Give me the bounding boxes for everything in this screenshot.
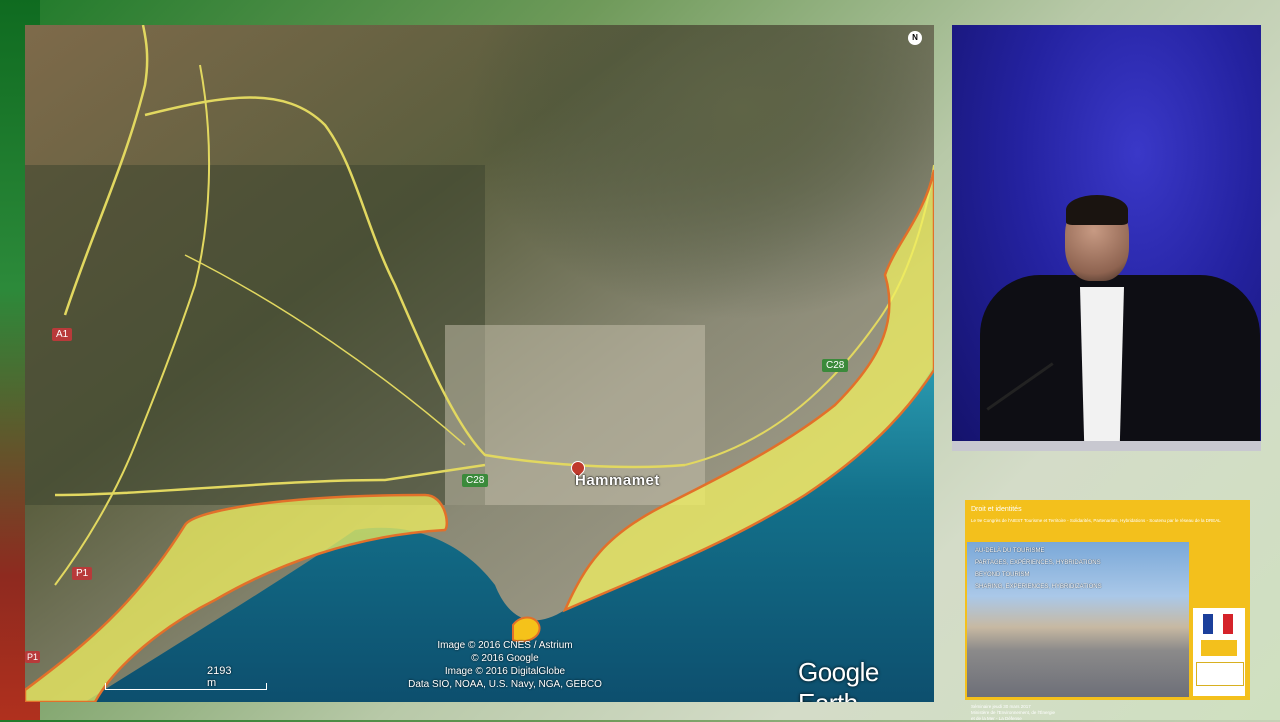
slide-title-line: PARTAGES, EXPÉRIENCES, HYBRIDATIONS xyxy=(975,560,1101,566)
road-badge-c28: C28 xyxy=(462,474,489,487)
slide-footer-line: et de la Mer - La Défense xyxy=(971,716,1022,721)
slide-photo: AU-DELÀ DU TOURISME PARTAGES, EXPÉRIENCE… xyxy=(967,542,1189,721)
french-republic-logo xyxy=(1203,614,1233,634)
slide-title-line: SHARING, EXPERIENCES, HYBRIDIZATIONS xyxy=(975,584,1102,590)
event-slide: Droit et identités Le 9e Congrès de l'AI… xyxy=(965,500,1250,721)
attribution-line: Image © 2016 CNES / Astrium xyxy=(437,640,573,651)
ministry-logo xyxy=(1196,662,1244,686)
attribution-line: © 2016 Google xyxy=(471,653,539,664)
podium xyxy=(952,441,1261,451)
slide-title-line: BEYOND TOURISM xyxy=(975,572,1030,578)
partner-logo xyxy=(1201,640,1237,656)
scale-bar-line xyxy=(105,683,267,690)
slide-logos xyxy=(1193,608,1245,696)
road-badge-c28-east: C28 xyxy=(822,359,849,372)
road-badge-p1-edge: P1 xyxy=(25,651,41,663)
map-imagery xyxy=(25,25,934,702)
google-earth-logo: Google Earth xyxy=(798,657,879,702)
speaker-shirt xyxy=(1080,287,1124,451)
slide-subheader: Le 9e Congrès de l'AIEST Tourisme et Ter… xyxy=(971,518,1221,523)
north-compass-icon[interactable]: N xyxy=(908,31,922,45)
speaker-video xyxy=(952,25,1261,451)
slide-title-line: AU-DELÀ DU TOURISME xyxy=(975,548,1045,554)
satellite-map[interactable]: Hammamet A1 P1 P1 C28 C28 N Image © 2016… xyxy=(25,25,934,702)
city-label: Hammamet xyxy=(575,472,660,489)
road-badge-a1: A1 xyxy=(52,328,73,341)
speaker-hair xyxy=(1066,195,1128,225)
road-badge-p1: P1 xyxy=(72,567,93,580)
attribution-line: Image © 2016 DigitalGlobe xyxy=(444,666,566,677)
slide-header: Droit et identités xyxy=(971,506,1022,513)
map-attribution: Image © 2016 CNES / Astrium © 2016 Googl… xyxy=(380,639,630,691)
slide-footer: Séminaire jeudi 30 mars 2017 Ministère d… xyxy=(971,704,1071,722)
attribution-line: Data SIO, NOAA, U.S. Navy, NGA, GEBCO xyxy=(408,679,602,690)
